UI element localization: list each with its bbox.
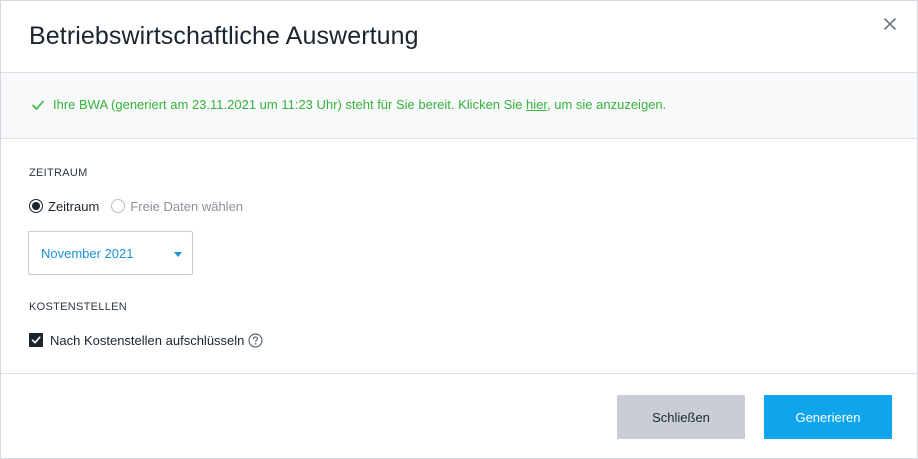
- notice-text-after: , um sie anzuzeigen.: [547, 97, 667, 112]
- success-notice: Ihre BWA (generiert am 23.11.2021 um 11:…: [1, 73, 917, 139]
- period-select-value: November 2021: [41, 246, 134, 261]
- radio-freie-daten-label: Freie Daten wählen: [130, 198, 244, 214]
- close-icon[interactable]: [879, 13, 901, 35]
- bwa-dialog: Betriebswirtschaftliche Auswertung Ihre …: [0, 0, 918, 459]
- radio-zeitraum[interactable]: Zeitraum: [29, 199, 99, 214]
- radio-checked-icon[interactable]: [29, 199, 43, 213]
- notice-link-here[interactable]: hier: [526, 97, 547, 112]
- section-label-kostenstellen: KOSTENSTELLEN: [29, 301, 128, 313]
- checkbox-checked-icon[interactable]: [29, 333, 43, 347]
- radio-zeitraum-label: Zeitraum: [48, 198, 100, 214]
- dialog-header: Betriebswirtschaftliche Auswertung: [1, 1, 917, 73]
- period-select[interactable]: November 2021: [28, 231, 193, 275]
- period-radio-group: Zeitraum Freie Daten wählen: [29, 198, 255, 214]
- cost-center-checkbox-label[interactable]: Nach Kostenstellen aufschlüsseln: [50, 333, 244, 348]
- help-circle-icon[interactable]: [248, 332, 263, 348]
- generate-button[interactable]: Generieren: [764, 395, 892, 439]
- radio-unchecked-icon[interactable]: [111, 199, 126, 213]
- section-label-zeitraum: ZEITRAUM: [29, 167, 88, 179]
- notice-text-before: Ihre BWA (generiert am 23.11.2021 um 11:…: [53, 97, 527, 112]
- footer-divider: [1, 373, 917, 374]
- checkmark-icon: [31, 98, 45, 112]
- radio-freie-daten[interactable]: Freie Daten wählen: [111, 199, 243, 214]
- dialog-title: Betriebswirtschaftliche Auswertung: [29, 22, 419, 50]
- notice-message: Ihre BWA (generiert am 23.11.2021 um 11:…: [53, 97, 666, 112]
- cost-center-checkbox-row: Nach Kostenstellen aufschlüsseln: [29, 332, 263, 348]
- close-button[interactable]: Schließen: [617, 395, 745, 439]
- caret-down-icon[interactable]: [174, 252, 182, 257]
